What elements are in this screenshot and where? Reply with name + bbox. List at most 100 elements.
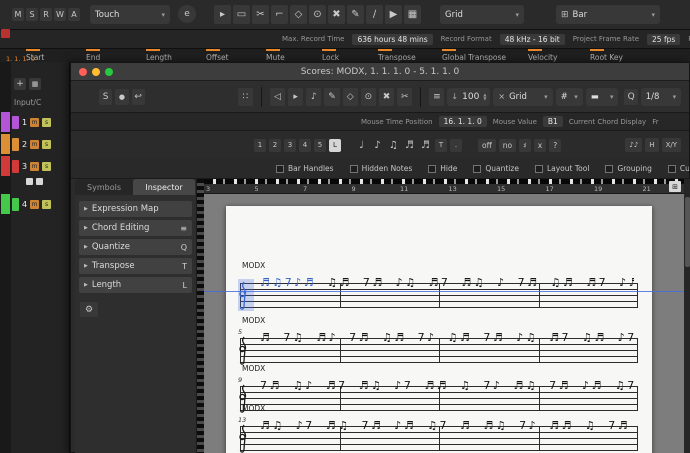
notes[interactable]: ♬♫ ♪7 ♬♫ 7♬ ♪♬ ♫7 ♬ ♬♫ 7♪ ♬♬ ♫ 7♬ ♪♫ ♬7 … — [260, 419, 634, 432]
zoom-tool-icon[interactable]: ⊙ — [309, 5, 326, 24]
mute-tool-icon[interactable]: ✖ — [379, 88, 394, 106]
mute-tool-icon[interactable]: ✖ — [328, 5, 345, 24]
note-value-4-button[interactable]: 4 — [299, 139, 311, 152]
note-value-1-button[interactable]: 1 — [254, 139, 266, 152]
gear-icon[interactable]: ⚙ — [80, 302, 98, 317]
close-window-button[interactable] — [79, 68, 87, 76]
sixteenth-notes-icon[interactable]: ♬ — [403, 138, 416, 153]
track-color-tab[interactable] — [1, 112, 10, 132]
split-tool-icon[interactable]: ✂ — [252, 5, 269, 24]
checkbox-icon[interactable] — [535, 165, 543, 173]
quantize-grid-dropdown[interactable]: × Grid ▾ — [493, 88, 552, 106]
grid-type-dropdown[interactable]: ⊞ Bar ▾ — [556, 5, 660, 24]
lane-button[interactable] — [26, 178, 33, 185]
undo-icon[interactable]: ↩ — [132, 89, 145, 105]
quantize-q-button[interactable]: Q — [624, 89, 637, 105]
selected-notes[interactable]: ♬♫7♪♬ — [260, 276, 316, 289]
object-selection-tool-icon[interactable]: ▸ — [214, 5, 231, 24]
color-tool-icon[interactable]: ▦ — [404, 5, 421, 24]
eighth-note-icon[interactable]: ♪ — [371, 138, 384, 153]
checkbox-icon[interactable] — [276, 165, 284, 173]
line-tool-icon[interactable]: ∕ — [366, 5, 383, 24]
notes[interactable]: 7♬ ♫♪ ♬7 ♬♫ ♪7 ♬♬ ♫ 7♪ ♬♫ 7♬ ♪♬ ♫7 ♬♬ ♫ … — [260, 379, 634, 392]
track-row[interactable]: 2 m s — [12, 134, 69, 154]
object-selection-tool-icon[interactable]: ▸ — [288, 88, 303, 106]
play-tool-icon[interactable]: ▶ — [385, 5, 402, 24]
staff-system[interactable]: MODX ♬♫7♪♬ ♫♬ 7♬ ♪♫ ♬7 ♬♫ ♪ 7♬ ♫♬ ♬7 ♪♬ … — [226, 249, 652, 309]
track-color-tab[interactable] — [1, 194, 10, 214]
inspector-section-transpose[interactable]: ▶ Transpose T — [79, 258, 192, 274]
zoom-tool-icon[interactable]: ⊙ — [361, 88, 376, 106]
checkbox-quantize[interactable]: Quantize — [473, 164, 519, 173]
note-value-3-button[interactable]: 3 — [284, 139, 296, 152]
vertical-scrollbar[interactable] — [684, 179, 690, 453]
position-info-button[interactable]: X/Y — [662, 138, 681, 152]
automation-panel-button[interactable]: e — [178, 5, 196, 23]
enharmonic-x-button[interactable]: x — [534, 139, 546, 152]
thirtysecond-notes-icon[interactable]: ♬ — [419, 138, 432, 153]
track-solo-button[interactable]: s — [42, 118, 51, 127]
quantize-value-dropdown[interactable]: 1/8 ▾ — [641, 88, 681, 106]
notes[interactable]: ♫♬ 7♬ ♪♫ ♬7 ♬♫ ♪ 7♬ ♫♬ ♬7 ♪♬ ♫ 7♬ ♬♫ 7♪ … — [316, 276, 634, 289]
enharmonic-sharp-button[interactable]: ♯ — [519, 139, 531, 152]
tab-inspector[interactable]: Inspector — [133, 179, 195, 195]
track-row[interactable]: 4 m s — [12, 194, 69, 214]
automation-mode-dropdown[interactable]: Touch ▾ — [90, 5, 170, 24]
checkbox-grouping[interactable]: Grouping — [605, 164, 651, 173]
color-dropdown[interactable]: ▬ ▾ — [586, 88, 619, 106]
draw-tool-icon[interactable]: ✎ — [347, 5, 364, 24]
maximize-window-button[interactable] — [105, 68, 113, 76]
draw-tool-icon[interactable]: ✎ — [324, 88, 339, 106]
tuplet-button[interactable]: T — [435, 139, 447, 152]
flip-stems-button[interactable]: H — [645, 138, 658, 152]
notes-run[interactable]: ♬♫ ♪7 ♬♫ 7♬ ♪♬ ♫7 ♬ ♬♫ 7♪ ♬♬ ♫ 7♬ ♪♫ ♬7 … — [260, 419, 634, 451]
checkbox-hide[interactable]: Hide — [428, 164, 457, 173]
window-titlebar[interactable]: Scores: MODX, 1. 1. 1. 0 - 5. 1. 1. 0 — [71, 63, 689, 81]
track-row[interactable]: 3 m s — [12, 156, 69, 176]
checkbox-icon[interactable] — [350, 165, 358, 173]
ruler-options-button[interactable]: ⊞ — [669, 181, 681, 192]
global-write-button[interactable]: W — [54, 8, 66, 21]
length-lock-button[interactable]: L — [329, 139, 341, 152]
grouping-notes-icon[interactable]: ♪♪ — [625, 138, 642, 152]
inspector-section-chord-editing[interactable]: ▶ Chord Editing ≡ — [79, 220, 192, 236]
beamed-notes-icon[interactable]: ♫ — [387, 138, 400, 153]
global-automation-button[interactable]: A — [68, 8, 80, 21]
speaker-icon[interactable]: ◁ — [270, 88, 285, 106]
track-folder-icon[interactable]: ▦ — [29, 78, 41, 90]
insert-note-tool-icon[interactable]: ♪ — [306, 88, 321, 106]
dotted-note-button[interactable]: . — [450, 139, 462, 152]
inspector-section-quantize[interactable]: ▶ Quantize Q — [79, 239, 192, 255]
quarter-note-icon[interactable]: ♩ — [355, 138, 368, 153]
track-color-tab[interactable] — [1, 134, 10, 154]
score-page[interactable]: MODX ♬♫7♪♬ ♫♬ 7♬ ♪♫ ♬7 ♬♫ ♪ 7♬ ♫♬ ♬7 ♪♬ … — [226, 206, 652, 453]
glue-tool-icon[interactable]: ⌐ — [271, 5, 288, 24]
add-track-button[interactable]: + — [14, 78, 26, 90]
track-mute-button[interactable]: m — [30, 140, 39, 149]
note-value-2-button[interactable]: 2 — [269, 139, 281, 152]
snap-grid-dropdown[interactable]: Grid ▾ — [440, 5, 524, 24]
enharmonic-help-button[interactable]: ? — [549, 139, 561, 152]
score-canvas[interactable]: MODX ♬♫7♪♬ ♫♬ 7♬ ♪♫ ♬7 ♬♫ ♪ 7♬ ♫♬ ♬7 ♪♬ … — [204, 194, 690, 453]
inspector-section-expression-map[interactable]: ▶ Expression Map — [79, 201, 192, 217]
global-mute-button[interactable]: M — [12, 8, 24, 21]
tab-symbols[interactable]: Symbols — [75, 179, 133, 195]
checkbox-icon[interactable] — [668, 165, 676, 173]
project-frame-rate-value[interactable]: 25 fps — [647, 34, 680, 45]
checkbox-layout-tool[interactable]: Layout Tool — [535, 164, 589, 173]
enharmonic-no-button[interactable]: no — [499, 139, 516, 152]
track-mute-button[interactable]: m — [30, 118, 39, 127]
cut-tool-icon[interactable]: ✂ — [397, 88, 412, 106]
erase-tool-icon[interactable]: ◇ — [290, 5, 307, 24]
range-selection-tool-icon[interactable]: ▭ — [233, 5, 250, 24]
acoustic-feedback-button[interactable]: ● — [115, 89, 128, 105]
checkbox-hidden-notes[interactable]: Hidden Notes — [350, 164, 413, 173]
global-solo-button[interactable]: S — [26, 8, 38, 21]
erase-tool-icon[interactable]: ◇ — [343, 88, 358, 106]
inspector-section-length[interactable]: ▶ Length L — [79, 277, 192, 293]
track-color-tab[interactable] — [1, 156, 10, 176]
track-solo-button[interactable]: s — [42, 140, 51, 149]
checkbox-bar-handles[interactable]: Bar Handles — [276, 164, 334, 173]
global-read-button[interactable]: R — [40, 8, 52, 21]
timeline-ruler[interactable]: 3 5 7 9 11 13 15 17 19 21 ⊞ — [204, 179, 690, 194]
